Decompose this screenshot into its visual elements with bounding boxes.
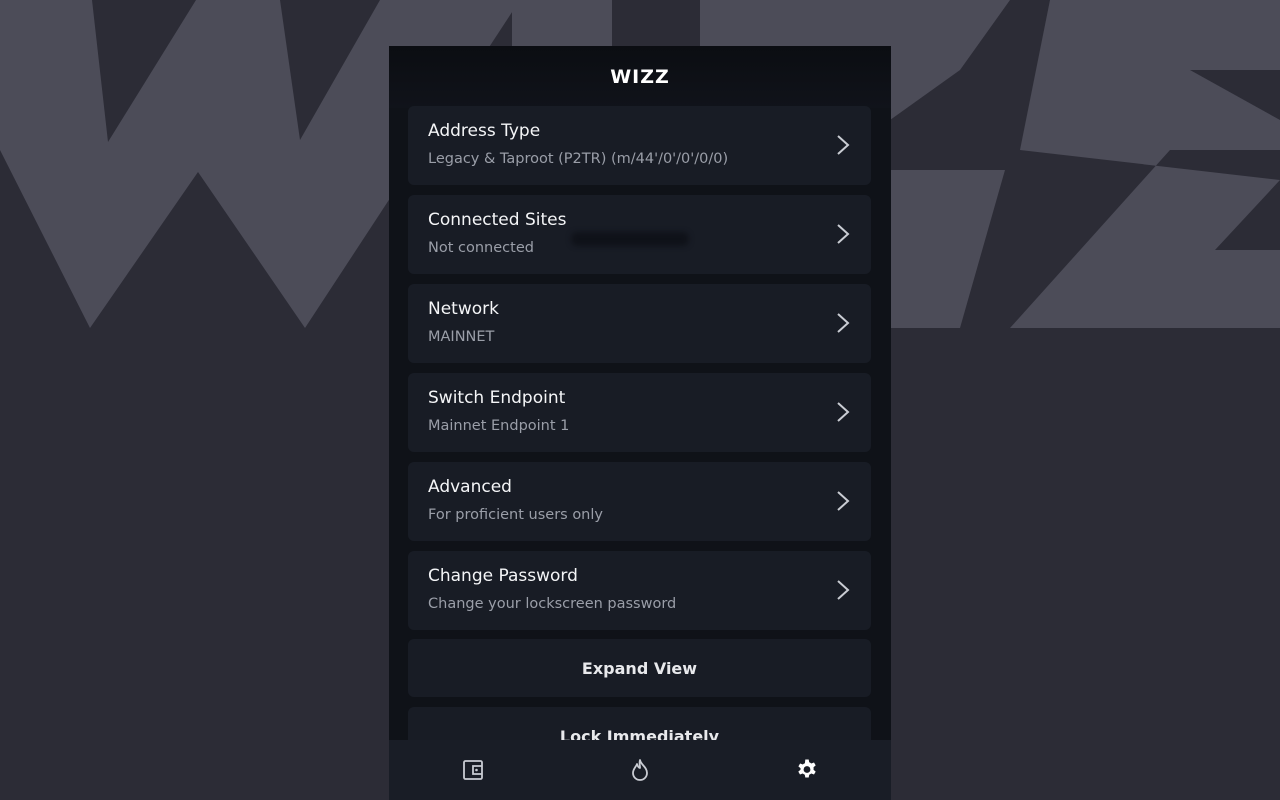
setting-title: Connected Sites [428,210,567,230]
setting-switch-endpoint[interactable]: Switch Endpoint Mainnet Endpoint 1 [408,373,871,452]
chevron-right-icon [837,224,850,244]
setting-subtitle: MAINNET [428,329,495,345]
bottom-tab-bar [389,740,891,800]
setting-title: Switch Endpoint [428,388,566,408]
tab-explore[interactable] [571,740,709,800]
setting-advanced[interactable]: Advanced For proficient users only [408,462,871,541]
chevron-right-icon [837,135,850,155]
tab-settings[interactable] [738,740,876,800]
setting-subtitle: For proficient users only [428,507,603,523]
tab-wallet[interactable] [404,740,542,800]
setting-title: Advanced [428,477,512,497]
wallet-icon [462,760,483,780]
setting-change-password[interactable]: Change Password Change your lockscreen p… [408,551,871,630]
expand-view-button[interactable]: Expand View [408,639,871,697]
chevron-right-icon [837,491,850,511]
header: WIZZ [389,46,891,108]
chevron-right-icon [837,402,850,422]
gear-icon [798,759,817,778]
flame-icon [632,759,648,781]
chevron-right-icon [837,580,850,600]
setting-title: Change Password [428,566,578,586]
setting-address-type[interactable]: Address Type Legacy & Taproot (P2TR) (m/… [408,106,871,185]
setting-title: Address Type [428,121,541,141]
setting-subtitle: Mainnet Endpoint 1 [428,418,570,434]
setting-subtitle: Legacy & Taproot (P2TR) (m/44'/0'/0'/0/0… [428,151,729,167]
overlay-shadow [571,232,689,246]
chevron-right-icon [837,313,850,333]
wallet-popup: WIZZ Address Type Legacy & Taproot (P2TR… [389,46,891,800]
setting-subtitle: Not connected [428,240,534,256]
setting-network[interactable]: Network MAINNET [408,284,871,363]
wizz-logo: WIZZ [610,66,670,88]
setting-title: Network [428,299,499,319]
setting-subtitle: Change your lockscreen password [428,596,677,612]
